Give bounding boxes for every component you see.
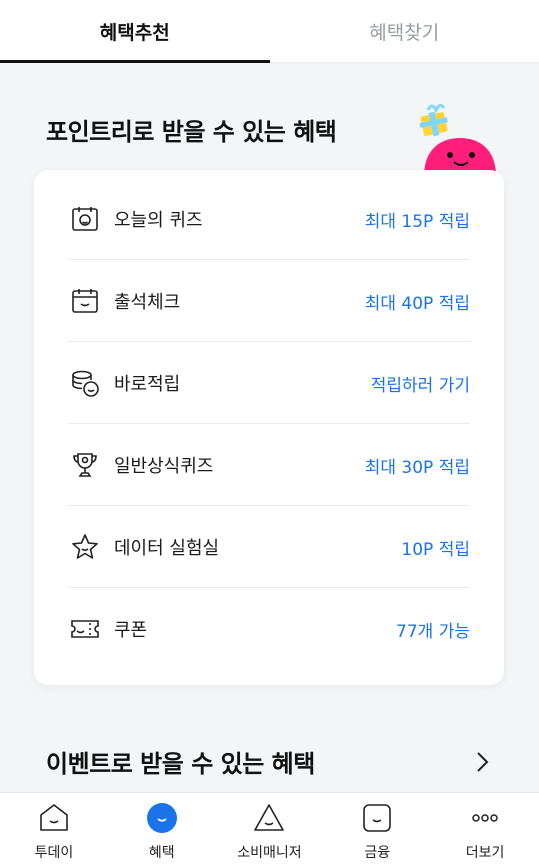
coins-icon [68, 366, 102, 400]
nav-item-more[interactable]: 더보기 [431, 793, 539, 864]
nav-item-today[interactable]: 투데이 [0, 793, 108, 864]
nav-item-benefit[interactable]: 혜택 [108, 793, 216, 864]
benefit-smile-icon [145, 801, 179, 835]
benefit-value: 최대 15P 적립 [364, 211, 470, 232]
top-tabs: 혜택추천 혜택찾기 [0, 0, 539, 63]
benefit-row-quiz[interactable]: 오늘의 퀴즈 최대 15P 적립 [68, 178, 470, 260]
section-title-point-benefits: 포인트리로 받을 수 있는 혜택 [46, 118, 337, 146]
benefit-value: 적립하러 가기 [370, 375, 470, 396]
benefit-row-coupon[interactable]: 쿠폰 77개 가능 [68, 588, 470, 670]
nav-label: 혜택 [148, 845, 175, 861]
calendar-icon [68, 284, 102, 318]
home-smile-icon [37, 801, 71, 835]
nav-item-spending-manager[interactable]: 소비매니저 [216, 793, 324, 864]
nav-label: 금융 [364, 845, 391, 861]
nav-label: 투데이 [34, 845, 74, 861]
benefit-label: 바로적립 [114, 374, 181, 395]
benefit-row-general-quiz[interactable]: 일반상식퀴즈 최대 30P 적립 [68, 424, 470, 506]
benefit-row-data-lab[interactable]: 데이터 실험실 10P 적립 [68, 506, 470, 588]
benefit-label: 데이터 실험실 [114, 538, 220, 559]
benefit-value: 최대 30P 적립 [364, 457, 470, 478]
benefit-label: 출석체크 [114, 292, 181, 313]
nav-item-finance[interactable]: 금융 [323, 793, 431, 864]
quiz-icon [68, 202, 102, 236]
triangle-smile-icon [252, 801, 286, 835]
trophy-icon [68, 448, 102, 482]
nav-label: 소비매니저 [237, 845, 302, 861]
more-dots-icon [468, 801, 502, 835]
square-smile-icon [360, 801, 394, 835]
section-title-event-benefits: 이벤트로 받을 수 있는 혜택 [46, 750, 315, 778]
benefit-label: 쿠폰 [114, 620, 148, 641]
chevron-right-icon[interactable] [470, 750, 494, 774]
benefit-value: 10P 적립 [401, 539, 470, 560]
benefit-row-instant[interactable]: 바로적립 적립하러 가기 [68, 342, 470, 424]
benefits-card: 오늘의 퀴즈 최대 15P 적립 출석체크 최대 40P 적립 바로적립 적립하… [34, 170, 504, 685]
nav-label: 더보기 [465, 845, 505, 861]
benefit-row-attendance[interactable]: 출석체크 최대 40P 적립 [68, 260, 470, 342]
benefit-label: 일반상식퀴즈 [114, 456, 214, 477]
star-icon [68, 530, 102, 564]
coupon-icon [68, 612, 102, 646]
tab-benefit-recommend[interactable]: 혜택추천 [0, 0, 270, 63]
mascot-gift-icon [419, 103, 496, 176]
benefit-label: 오늘의 퀴즈 [114, 210, 203, 231]
tab-benefit-search[interactable]: 혜택찾기 [270, 0, 539, 62]
bottom-nav: 투데이 혜택 소비매니저 금융 더보기 [0, 792, 539, 864]
benefit-value: 77개 가능 [396, 621, 470, 642]
benefit-value: 최대 40P 적립 [364, 293, 470, 314]
